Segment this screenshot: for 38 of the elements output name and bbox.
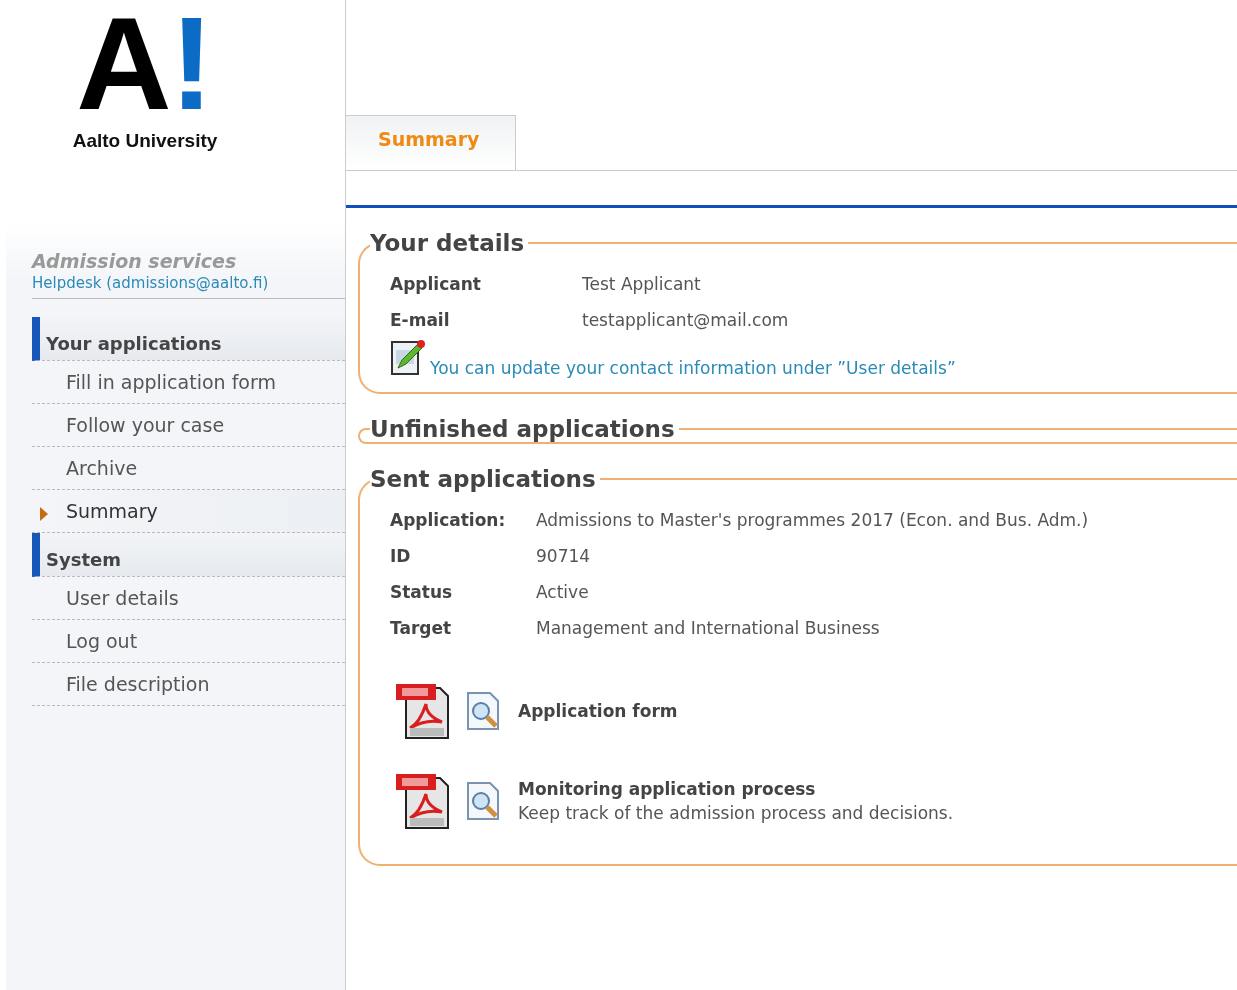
field-value: Active bbox=[536, 582, 590, 602]
nav-item[interactable]: File description bbox=[32, 663, 345, 706]
nav-item[interactable]: Log out bbox=[32, 620, 345, 663]
university-name: Aalto University bbox=[72, 130, 218, 152]
edit-document-icon bbox=[390, 338, 426, 378]
nav-item[interactable]: Summary bbox=[32, 490, 345, 533]
magnifier-document-icon[interactable] bbox=[466, 781, 502, 821]
nav-item[interactable]: Follow your case bbox=[32, 404, 345, 447]
nav-section-header[interactable]: System bbox=[32, 533, 345, 577]
logo-exclamation: ! bbox=[169, 8, 214, 120]
field-value: Management and International Business bbox=[536, 618, 881, 638]
field-label: Applicant bbox=[390, 274, 482, 294]
field-value: testapplicant@mail.com bbox=[582, 310, 790, 330]
field-label: Application: bbox=[390, 510, 507, 530]
field-label: Target bbox=[390, 618, 453, 638]
pdf-icon[interactable] bbox=[396, 772, 452, 830]
field-value: Admissions to Master's programmes 2017 (Econ. and Bus. Adm.) bbox=[536, 510, 1090, 530]
section-title: Sent applications bbox=[370, 466, 597, 492]
section-title: Your details bbox=[370, 230, 526, 256]
sidebar-title: Admission services bbox=[32, 250, 238, 272]
magnifier-document-icon[interactable] bbox=[466, 691, 502, 731]
nav-item[interactable]: User details bbox=[32, 577, 345, 620]
nav-section-header[interactable]: Your applications bbox=[32, 317, 345, 361]
helpdesk-link[interactable]: Helpdesk (admissions@aalto.fi) bbox=[32, 274, 269, 292]
field-value: Test Applicant bbox=[582, 274, 702, 294]
field-label: ID bbox=[390, 546, 412, 566]
field-value: 90714 bbox=[536, 546, 592, 566]
document-link[interactable]: Application form bbox=[518, 701, 678, 721]
document-description: Keep track of the admission process and decisions. bbox=[518, 803, 954, 823]
caret-icon bbox=[40, 507, 48, 521]
section-title: Unfinished applications bbox=[370, 416, 676, 442]
pdf-icon[interactable] bbox=[396, 682, 452, 740]
info-link[interactable]: You can update your contact information under ”User details” bbox=[430, 358, 956, 378]
field-label: Status bbox=[390, 582, 454, 602]
field-label: E-mail bbox=[390, 310, 451, 330]
nav-item[interactable]: Fill in application form bbox=[32, 361, 345, 404]
logo-letter: A bbox=[76, 8, 168, 120]
document-link[interactable]: Monitoring application process bbox=[518, 779, 954, 799]
